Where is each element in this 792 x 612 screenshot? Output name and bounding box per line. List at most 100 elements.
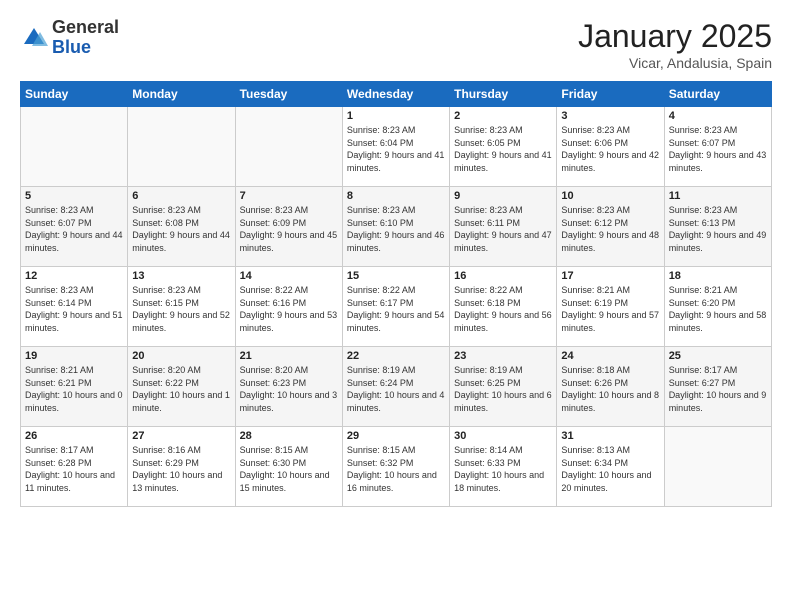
day-info: Sunrise: 8:23 AM Sunset: 6:12 PM Dayligh…: [561, 204, 659, 254]
day-info: Sunrise: 8:23 AM Sunset: 6:10 PM Dayligh…: [347, 204, 445, 254]
day-number: 20: [132, 350, 230, 362]
day-info: Sunrise: 8:17 AM Sunset: 6:27 PM Dayligh…: [669, 364, 767, 414]
calendar-subtitle: Vicar, Andalusia, Spain: [578, 55, 772, 71]
day-number: 5: [25, 190, 123, 202]
day-cell: 17Sunrise: 8:21 AM Sunset: 6:19 PM Dayli…: [557, 267, 664, 347]
col-sunday: Sunday: [21, 82, 128, 107]
calendar-header: Sunday Monday Tuesday Wednesday Thursday…: [21, 82, 772, 107]
day-info: Sunrise: 8:14 AM Sunset: 6:33 PM Dayligh…: [454, 444, 552, 494]
col-wednesday: Wednesday: [342, 82, 449, 107]
day-number: 30: [454, 430, 552, 442]
day-cell: 14Sunrise: 8:22 AM Sunset: 6:16 PM Dayli…: [235, 267, 342, 347]
week-row-2: 12Sunrise: 8:23 AM Sunset: 6:14 PM Dayli…: [21, 267, 772, 347]
day-number: 24: [561, 350, 659, 362]
day-cell: [21, 107, 128, 187]
day-number: 31: [561, 430, 659, 442]
day-number: 4: [669, 110, 767, 122]
day-number: 8: [347, 190, 445, 202]
day-info: Sunrise: 8:23 AM Sunset: 6:09 PM Dayligh…: [240, 204, 338, 254]
col-friday: Friday: [557, 82, 664, 107]
day-cell: 22Sunrise: 8:19 AM Sunset: 6:24 PM Dayli…: [342, 347, 449, 427]
col-saturday: Saturday: [664, 82, 771, 107]
day-number: 1: [347, 110, 445, 122]
day-cell: 15Sunrise: 8:22 AM Sunset: 6:17 PM Dayli…: [342, 267, 449, 347]
week-row-3: 19Sunrise: 8:21 AM Sunset: 6:21 PM Dayli…: [21, 347, 772, 427]
day-cell: 1 Sunrise: 8:23 AM Sunset: 6:04 PM Daylig…: [342, 107, 449, 187]
week-row-0: 1 Sunrise: 8:23 AM Sunset: 6:04 PM Daylig…: [21, 107, 772, 187]
day-cell: 8 Sunrise: 8:23 AM Sunset: 6:10 PM Daylig…: [342, 187, 449, 267]
day-cell: 26Sunrise: 8:17 AM Sunset: 6:28 PM Dayli…: [21, 427, 128, 507]
day-info: Sunrise: 8:23 AM Sunset: 6:07 PM Dayligh…: [25, 204, 123, 254]
day-info: Sunrise: 8:19 AM Sunset: 6:25 PM Dayligh…: [454, 364, 552, 414]
day-info: Sunrise: 8:15 AM Sunset: 6:30 PM Dayligh…: [240, 444, 338, 494]
day-cell: 5 Sunrise: 8:23 AM Sunset: 6:07 PM Daylig…: [21, 187, 128, 267]
day-number: 13: [132, 270, 230, 282]
week-row-4: 26Sunrise: 8:17 AM Sunset: 6:28 PM Dayli…: [21, 427, 772, 507]
day-number: 23: [454, 350, 552, 362]
day-cell: [664, 427, 771, 507]
day-cell: 23 Sunrise: 8:19 AM Sunset: 6:25 PM Dayli…: [450, 347, 557, 427]
calendar-body: 1 Sunrise: 8:23 AM Sunset: 6:04 PM Daylig…: [21, 107, 772, 507]
day-number: 10: [561, 190, 659, 202]
day-cell: 19Sunrise: 8:21 AM Sunset: 6:21 PM Dayli…: [21, 347, 128, 427]
day-info: Sunrise: 8:23 AM Sunset: 6:07 PM Dayligh…: [669, 124, 767, 174]
day-number: 26: [25, 430, 123, 442]
day-info: Sunrise: 8:23 AM Sunset: 6:14 PM Dayligh…: [25, 284, 123, 334]
day-cell: 4 Sunrise: 8:23 AM Sunset: 6:07 PM Daylig…: [664, 107, 771, 187]
day-number: 11: [669, 190, 767, 202]
day-cell: 28 Sunrise: 8:15 AM Sunset: 6:30 PM Dayli…: [235, 427, 342, 507]
day-info: Sunrise: 8:23 AM Sunset: 6:06 PM Dayligh…: [561, 124, 659, 174]
day-number: 14: [240, 270, 338, 282]
day-number: 9: [454, 190, 552, 202]
logo-blue: Blue: [52, 38, 119, 58]
day-cell: 30 Sunrise: 8:14 AM Sunset: 6:33 PM Dayli…: [450, 427, 557, 507]
day-number: 19: [25, 350, 123, 362]
week-row-1: 5 Sunrise: 8:23 AM Sunset: 6:07 PM Daylig…: [21, 187, 772, 267]
day-number: 7: [240, 190, 338, 202]
day-cell: 16Sunrise: 8:22 AM Sunset: 6:18 PM Dayli…: [450, 267, 557, 347]
day-cell: 31 Sunrise: 8:13 AM Sunset: 6:34 PM Dayli…: [557, 427, 664, 507]
day-info: Sunrise: 8:16 AM Sunset: 6:29 PM Dayligh…: [132, 444, 230, 494]
day-info: Sunrise: 8:23 AM Sunset: 6:04 PM Dayligh…: [347, 124, 445, 174]
day-number: 21: [240, 350, 338, 362]
day-number: 28: [240, 430, 338, 442]
day-cell: 11Sunrise: 8:23 AM Sunset: 6:13 PM Dayli…: [664, 187, 771, 267]
calendar-table: Sunday Monday Tuesday Wednesday Thursday…: [20, 81, 772, 507]
day-info: Sunrise: 8:22 AM Sunset: 6:17 PM Dayligh…: [347, 284, 445, 334]
day-cell: 3Sunrise: 8:23 AM Sunset: 6:06 PM Daylig…: [557, 107, 664, 187]
day-number: 6: [132, 190, 230, 202]
day-cell: 7 Sunrise: 8:23 AM Sunset: 6:09 PM Daylig…: [235, 187, 342, 267]
day-number: 27: [132, 430, 230, 442]
header: General Blue January 2025 Vicar, Andalus…: [20, 18, 772, 71]
day-cell: 18 Sunrise: 8:21 AM Sunset: 6:20 PM Dayli…: [664, 267, 771, 347]
col-thursday: Thursday: [450, 82, 557, 107]
day-cell: 25Sunrise: 8:17 AM Sunset: 6:27 PM Dayli…: [664, 347, 771, 427]
col-tuesday: Tuesday: [235, 82, 342, 107]
day-cell: 21 Sunrise: 8:20 AM Sunset: 6:23 PM Dayli…: [235, 347, 342, 427]
logo-general: General: [52, 18, 119, 38]
day-info: Sunrise: 8:13 AM Sunset: 6:34 PM Dayligh…: [561, 444, 659, 494]
day-number: 2: [454, 110, 552, 122]
day-info: Sunrise: 8:20 AM Sunset: 6:23 PM Dayligh…: [240, 364, 338, 414]
day-cell: 9 Sunrise: 8:23 AM Sunset: 6:11 PM Daylig…: [450, 187, 557, 267]
day-number: 17: [561, 270, 659, 282]
day-cell: 27 Sunrise: 8:16 AM Sunset: 6:29 PM Dayli…: [128, 427, 235, 507]
day-info: Sunrise: 8:18 AM Sunset: 6:26 PM Dayligh…: [561, 364, 659, 414]
day-cell: 12Sunrise: 8:23 AM Sunset: 6:14 PM Dayli…: [21, 267, 128, 347]
day-cell: 2Sunrise: 8:23 AM Sunset: 6:05 PM Daylig…: [450, 107, 557, 187]
day-info: Sunrise: 8:22 AM Sunset: 6:18 PM Dayligh…: [454, 284, 552, 334]
col-monday: Monday: [128, 82, 235, 107]
day-cell: [128, 107, 235, 187]
calendar-title: January 2025: [578, 18, 772, 55]
day-cell: 29Sunrise: 8:15 AM Sunset: 6:32 PM Dayli…: [342, 427, 449, 507]
day-info: Sunrise: 8:23 AM Sunset: 6:15 PM Dayligh…: [132, 284, 230, 334]
logo-text: General Blue: [52, 18, 119, 58]
day-info: Sunrise: 8:23 AM Sunset: 6:11 PM Dayligh…: [454, 204, 552, 254]
day-number: 22: [347, 350, 445, 362]
day-info: Sunrise: 8:15 AM Sunset: 6:32 PM Dayligh…: [347, 444, 445, 494]
day-info: Sunrise: 8:21 AM Sunset: 6:20 PM Dayligh…: [669, 284, 767, 334]
day-cell: 24 Sunrise: 8:18 AM Sunset: 6:26 PM Dayli…: [557, 347, 664, 427]
day-number: 18: [669, 270, 767, 282]
calendar-page: General Blue January 2025 Vicar, Andalus…: [0, 0, 792, 612]
day-cell: [235, 107, 342, 187]
